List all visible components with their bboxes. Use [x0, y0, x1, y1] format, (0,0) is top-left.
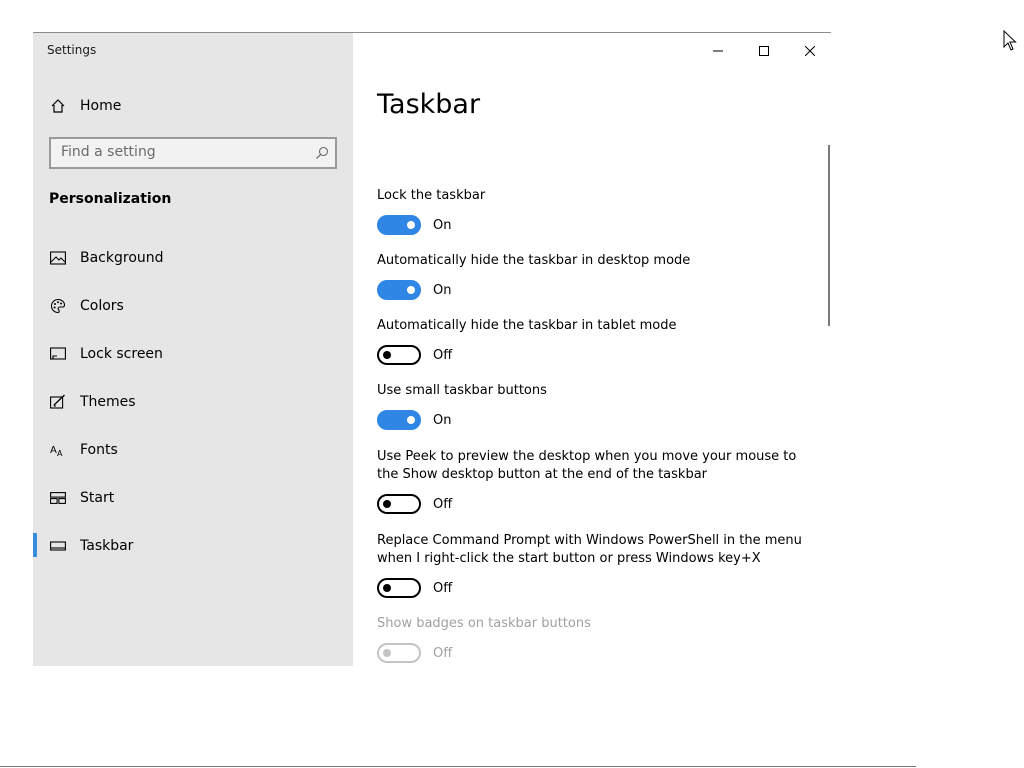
toggle-state: Off: [433, 645, 453, 661]
search-placeholder: Find a setting: [61, 144, 156, 160]
badges-toggle: [377, 643, 421, 663]
toggle-state: On: [433, 412, 452, 428]
sidebar-item-fonts[interactable]: AA Fonts: [33, 430, 353, 470]
sidebar-item-label: Fonts: [80, 442, 118, 458]
minimize-button[interactable]: [695, 37, 741, 63]
setting-label: Lock the taskbar: [377, 188, 486, 203]
section-heading: Personalization: [49, 191, 172, 207]
sidebar-item-label: Taskbar: [80, 538, 134, 554]
setting-label: Show badges on taskbar buttons: [377, 616, 591, 631]
setting-badges: Show badges on taskbar buttons Off: [377, 615, 817, 663]
setting-label: Automatically hide the taskbar in tablet…: [377, 318, 677, 333]
peek-toggle[interactable]: [377, 494, 421, 514]
setting-peek: Use Peek to preview the desktop when you…: [377, 448, 817, 514]
sidebar-item-colors[interactable]: Colors: [33, 286, 353, 326]
setting-label: Use Peek to preview the desktop when you…: [377, 449, 797, 482]
toggle-row: Off: [377, 578, 452, 598]
search-icon[interactable]: [315, 145, 329, 164]
toggle-row: On: [377, 410, 451, 430]
toggle-knob: [383, 649, 391, 657]
app-title: Settings: [47, 43, 97, 57]
toggle-state: On: [433, 217, 452, 233]
setting-autohide-tablet: Automatically hide the taskbar in tablet…: [377, 317, 817, 365]
sidebar: Settings Home Find a setting Personaliza…: [33, 33, 353, 666]
toggle-knob: [383, 584, 391, 592]
svg-text:A: A: [57, 449, 63, 457]
toggle-knob: [383, 500, 391, 508]
toggle-knob: [407, 221, 415, 229]
close-icon: [804, 41, 816, 60]
home-link[interactable]: Home: [33, 86, 353, 126]
autohide-desktop-toggle[interactable]: [377, 280, 421, 300]
toggle-state: On: [433, 282, 452, 298]
toggle-state: Off: [433, 496, 453, 512]
small-buttons-toggle[interactable]: [377, 410, 421, 430]
sidebar-item-label: Background: [80, 250, 164, 266]
sidebar-item-lock-screen[interactable]: Lock screen: [33, 334, 353, 374]
page-title: Taskbar: [377, 89, 481, 120]
lock-screen-icon: [49, 345, 67, 363]
setting-label: Use small taskbar buttons: [377, 383, 547, 398]
setting-powershell: Replace Command Prompt with Windows Powe…: [377, 532, 817, 598]
toggle-knob: [407, 286, 415, 294]
sidebar-item-label: Themes: [80, 394, 136, 410]
start-icon: [49, 489, 67, 507]
sidebar-item-themes[interactable]: Themes: [33, 382, 353, 422]
toggle-row: Off: [377, 494, 452, 514]
home-label: Home: [80, 98, 122, 114]
toggle-state: Off: [433, 347, 453, 363]
toggle-row: Off: [377, 643, 452, 663]
setting-label: Automatically hide the taskbar in deskto…: [377, 253, 691, 268]
setting-label: Replace Command Prompt with Windows Powe…: [377, 533, 802, 566]
toggle-knob: [407, 416, 415, 424]
powershell-toggle[interactable]: [377, 578, 421, 598]
themes-icon: [49, 393, 67, 411]
sidebar-item-label: Lock screen: [80, 346, 163, 362]
sidebar-item-label: Colors: [80, 298, 124, 314]
toggle-state: Off: [433, 580, 453, 596]
divider: [0, 766, 916, 767]
fonts-icon: AA: [49, 441, 67, 459]
setting-lock-taskbar: Lock the taskbar On: [377, 187, 817, 235]
toggle-row: On: [377, 215, 451, 235]
maximize-icon: [759, 41, 769, 60]
toggle-row: On: [377, 280, 451, 300]
taskbar-icon: [49, 537, 67, 555]
setting-autohide-desktop: Automatically hide the taskbar in deskto…: [377, 252, 817, 300]
svg-text:A: A: [50, 445, 57, 456]
mouse-cursor-icon: [1003, 29, 1017, 56]
close-button[interactable]: [787, 37, 833, 63]
scrollbar[interactable]: [828, 145, 830, 326]
sidebar-item-start[interactable]: Start: [33, 478, 353, 518]
palette-icon: [49, 297, 67, 315]
sidebar-item-label: Start: [80, 490, 115, 506]
content-pane: Taskbar Lock the taskbar On Automaticall…: [353, 33, 831, 666]
toggle-knob: [383, 351, 391, 359]
settings-window: Settings Home Find a setting Personaliza…: [33, 32, 831, 666]
sidebar-item-background[interactable]: Background: [33, 238, 353, 278]
minimize-icon: [713, 41, 723, 60]
toggle-row: Off: [377, 345, 452, 365]
search-input[interactable]: Find a setting: [49, 137, 337, 169]
lock-taskbar-toggle[interactable]: [377, 215, 421, 235]
sidebar-item-taskbar[interactable]: Taskbar: [33, 526, 353, 566]
autohide-tablet-toggle[interactable]: [377, 345, 421, 365]
picture-icon: [49, 249, 67, 267]
setting-small-buttons: Use small taskbar buttons On: [377, 382, 817, 430]
maximize-button[interactable]: [741, 37, 787, 63]
home-icon: [49, 97, 67, 115]
